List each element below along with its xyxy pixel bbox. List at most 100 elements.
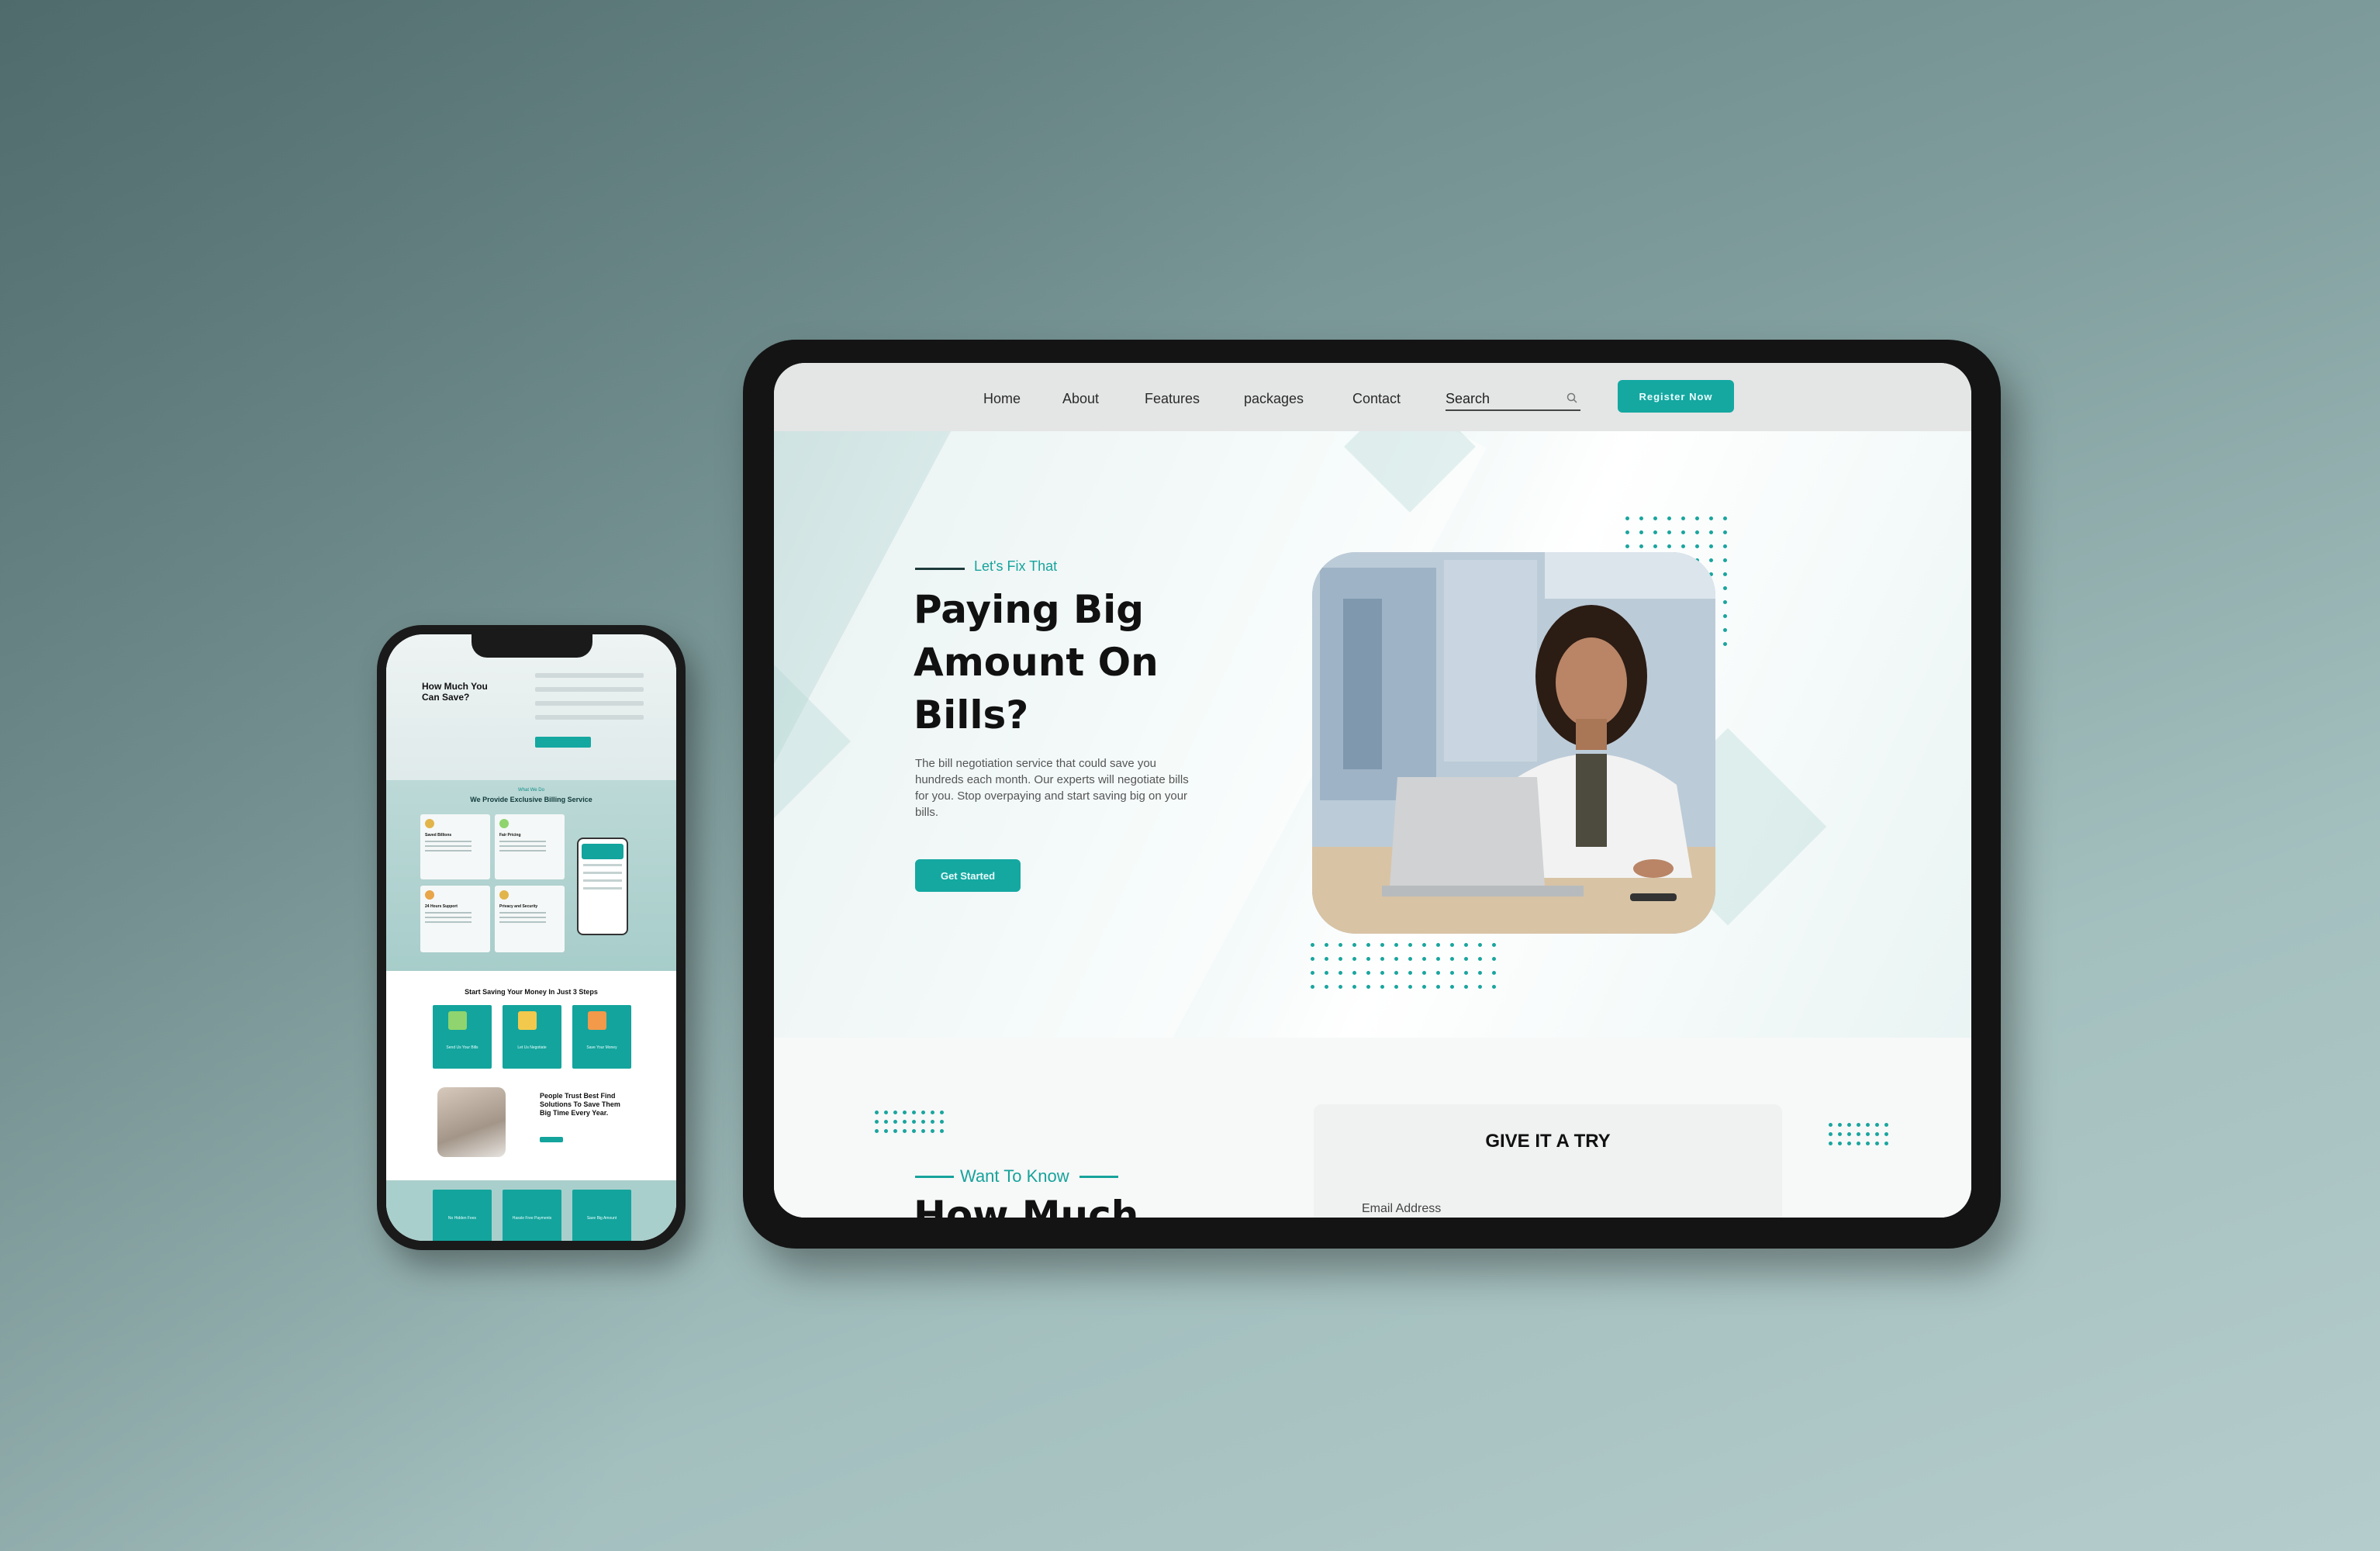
calculator-section: Want To Know How Much GIVE IT A TRY Emai… (774, 1038, 1971, 1218)
dot (893, 1111, 897, 1114)
search-input[interactable]: Search (1446, 386, 1580, 411)
dot (1723, 516, 1727, 520)
phone-trust-image (437, 1087, 506, 1157)
phone-calculate-button[interactable] (535, 737, 591, 748)
dot (940, 1129, 944, 1133)
dot (1866, 1123, 1870, 1127)
dot (1667, 544, 1671, 548)
eyebrow-line (1079, 1176, 1118, 1178)
benefit-label: Hassle Free Payments (512, 1216, 552, 1221)
step-label: Save Your Money (586, 1045, 617, 1050)
benefit-label: Save Big Amount (586, 1216, 617, 1221)
dot (1450, 943, 1454, 947)
dot (912, 1129, 916, 1133)
dot (1723, 558, 1727, 562)
dot (1408, 985, 1412, 989)
dot (1464, 943, 1468, 947)
dot (1478, 943, 1482, 947)
eyebrow-line (915, 1176, 954, 1178)
support-icon (425, 890, 434, 900)
dot (1436, 943, 1440, 947)
dot (1681, 544, 1685, 548)
dot (875, 1120, 879, 1124)
nav-home[interactable]: Home (983, 391, 1021, 407)
phone-services-eyebrow: What We Do (518, 788, 544, 793)
phone-trust-button[interactable] (540, 1137, 563, 1142)
phone-app-mockup (577, 838, 628, 935)
nav-about[interactable]: About (1062, 391, 1099, 407)
handshake-icon (518, 1011, 537, 1030)
dot (1667, 516, 1671, 520)
service-card-label: Privacy and Security (499, 904, 538, 909)
dot (1857, 1142, 1860, 1145)
shield-icon (499, 890, 509, 900)
dot (1884, 1142, 1888, 1145)
dot (1709, 558, 1713, 562)
dot (1339, 957, 1342, 961)
dot (1380, 985, 1384, 989)
dot (1709, 516, 1713, 520)
phone-step-card: Send Us Your Bills (433, 1005, 492, 1069)
dot (1709, 544, 1713, 548)
dot (1875, 1123, 1879, 1127)
dot (931, 1111, 934, 1114)
woman-at-laptop-image (1312, 552, 1715, 934)
dot (875, 1111, 879, 1114)
dot (940, 1120, 944, 1124)
dot (903, 1120, 907, 1124)
dot (1866, 1142, 1870, 1145)
hero-title: Paying Big Amount On Bills? (914, 587, 1159, 738)
dot (1653, 544, 1657, 548)
money-icon (499, 819, 509, 828)
dot (1366, 971, 1370, 975)
dot (1394, 985, 1398, 989)
dot (1408, 943, 1412, 947)
register-now-button[interactable]: Register Now (1618, 380, 1734, 413)
dot (1857, 1132, 1860, 1136)
dot (1408, 957, 1412, 961)
dot (893, 1129, 897, 1133)
dot (1394, 957, 1398, 961)
dot (1311, 971, 1314, 975)
dot (931, 1120, 934, 1124)
form-title: GIVE IT A TRY (1485, 1131, 1611, 1152)
dot (1723, 628, 1727, 632)
dot (1723, 642, 1727, 646)
phone-service-card: 24 Hours Support (420, 886, 490, 952)
nav-contact[interactable]: Contact (1352, 391, 1401, 407)
dot (1325, 985, 1328, 989)
dot (1492, 957, 1496, 961)
dot (1380, 957, 1384, 961)
dot (1366, 985, 1370, 989)
dot (1436, 985, 1440, 989)
service-card-label: Fair Pricing (499, 833, 521, 838)
coin-icon (425, 819, 434, 828)
phone-screen: How Much You Can Save? What We Do We Pro… (386, 634, 676, 1241)
dot (1422, 971, 1426, 975)
dot (1829, 1123, 1832, 1127)
dot (903, 1111, 907, 1114)
section-title: How Much (914, 1193, 1139, 1218)
dot (884, 1120, 888, 1124)
dot (1450, 957, 1454, 961)
tablet-screen: Home About Features packages Contact Sea… (774, 363, 1971, 1218)
dot (1653, 530, 1657, 534)
search-icon (1567, 392, 1577, 403)
phone-steps-title: Start Saving Your Money In Just 3 Steps (465, 988, 598, 996)
dot (1695, 544, 1699, 548)
phone-benefit-card: No Hidden Fees (433, 1190, 492, 1241)
benefit-label: No Hidden Fees (447, 1216, 477, 1221)
tablet-device: Home About Features packages Contact Sea… (743, 340, 2001, 1249)
dot (1408, 971, 1412, 975)
dot (1723, 586, 1727, 590)
nav-features[interactable]: Features (1145, 391, 1200, 407)
dot (1339, 943, 1342, 947)
dot (1436, 971, 1440, 975)
step-label: Let Us Negotiate (517, 1045, 547, 1050)
dot (1847, 1142, 1851, 1145)
nav-packages[interactable]: packages (1244, 391, 1304, 407)
get-started-button[interactable]: Get Started (915, 859, 1021, 892)
dot (1325, 957, 1328, 961)
dot (1311, 957, 1314, 961)
step-label: Send Us Your Bills (446, 1045, 478, 1050)
